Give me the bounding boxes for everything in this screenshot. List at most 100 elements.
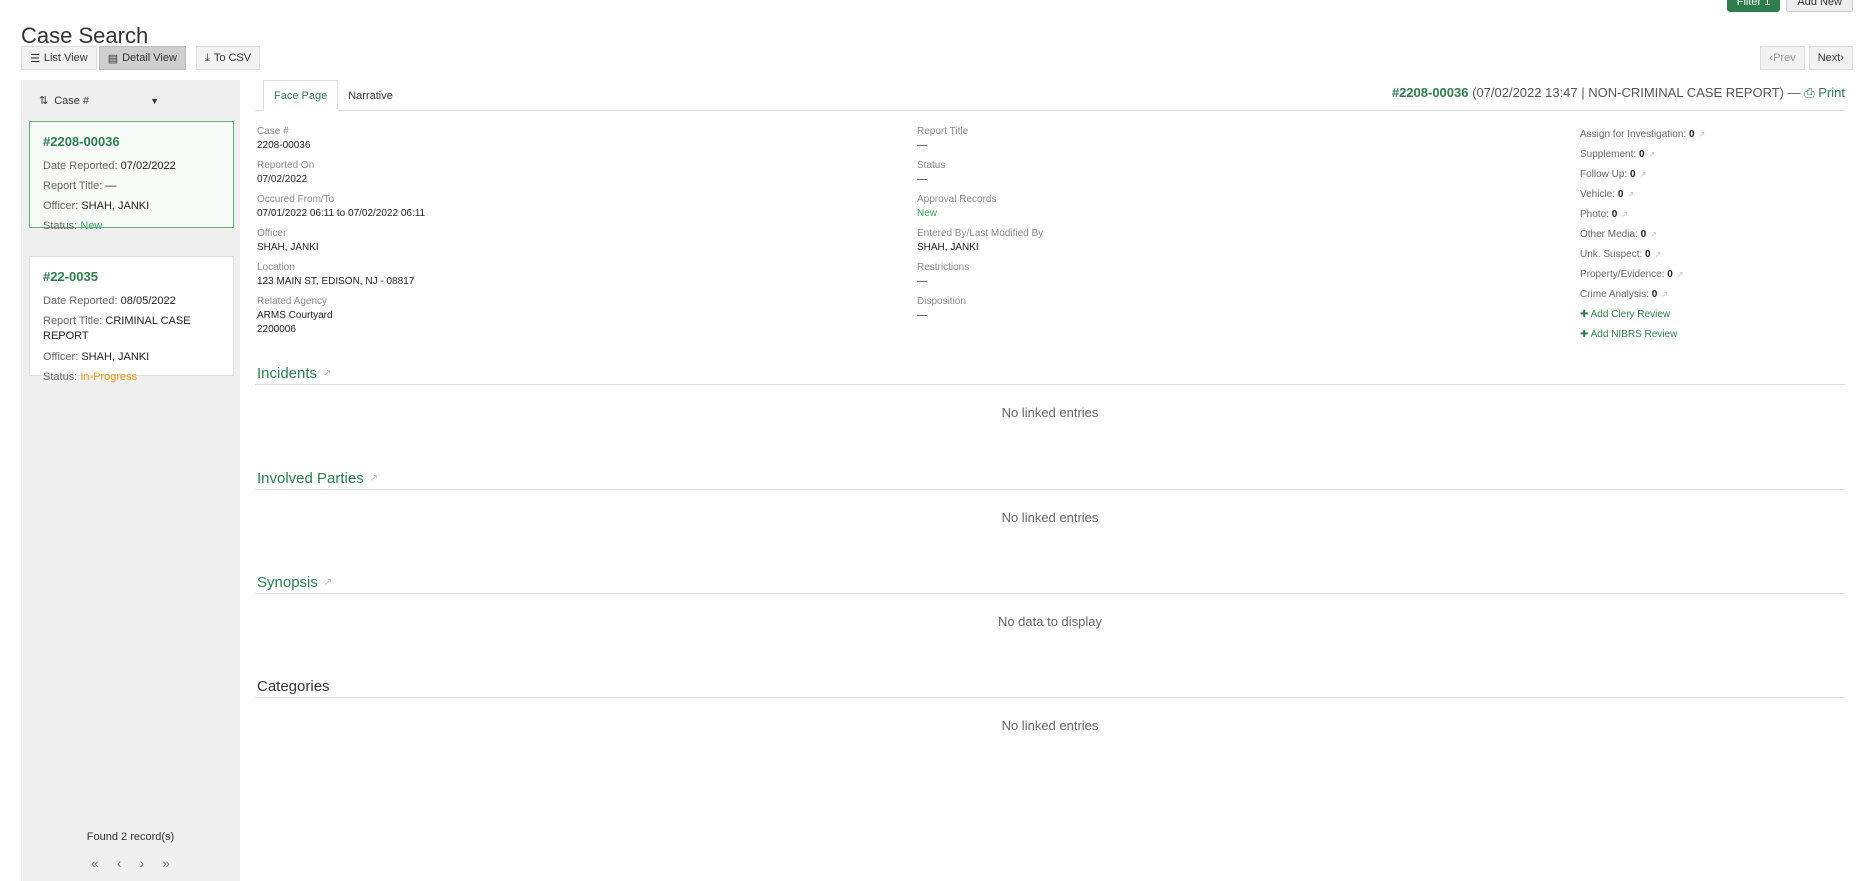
count-crime-analysis: Crime Analysis: 0 ↗ [1580, 285, 1705, 305]
status-badge: New [80, 220, 103, 232]
count-value: 0 [1617, 189, 1624, 200]
empty-message: No linked entries [1001, 510, 1099, 525]
case-card[interactable]: #22-0035 Date Reported: 08/05/2022 Repor… [29, 256, 234, 383]
first-page-icon[interactable]: « [91, 855, 99, 871]
external-link-icon[interactable]: ↗ [1640, 170, 1647, 179]
parties-title: Involved Parties [257, 470, 364, 487]
count-value: 0 [1688, 129, 1695, 140]
field-location: Location 123 MAIN ST, EDISON, NJ - 08817 [257, 261, 425, 289]
field-restrictions: Restrictions — [917, 261, 1043, 289]
plus-icon: ✚ [1580, 309, 1589, 320]
count-unk-suspect: Unk. Suspect: 0 ↗ [1580, 245, 1705, 265]
plus-icon: ✚ [1580, 329, 1589, 340]
field-label: Reported On [257, 160, 315, 171]
count-value: 0 [1640, 229, 1647, 240]
detail-view-button[interactable]: ▤ Detail View [98, 46, 186, 70]
officer-value: SHAH, JANKI [81, 351, 150, 363]
external-link-icon[interactable]: ↗ [1649, 150, 1656, 159]
case-id: #2208-00036 [43, 134, 120, 149]
add-nibrs-review-link[interactable]: ✚ Add NIBRS Review [1580, 325, 1705, 345]
external-link-icon[interactable]: ↗ [324, 577, 332, 588]
count-value: 0 [1651, 289, 1658, 300]
section-title: Incidents ↗ [255, 365, 1845, 385]
field-officer: Officer SHAH, JANKI [257, 227, 425, 255]
field-value: — [917, 276, 927, 287]
prev-button[interactable]: ‹ Prev [1760, 46, 1805, 70]
synopsis-section: Synopsis ↗ No data to display [255, 574, 1845, 629]
field-occurred: Occured From/To 07/01/2022 06:11 to 07/0… [257, 193, 425, 221]
count-label: Photo: [1580, 209, 1609, 220]
tab-narrative[interactable]: Narrative [338, 80, 403, 111]
title-value: — [105, 180, 117, 192]
to-csv-label: To CSV [213, 52, 252, 64]
count-other-media: Other Media: 0 ↗ [1580, 225, 1705, 245]
external-link-icon[interactable]: ↗ [1627, 190, 1634, 199]
last-page-icon[interactable]: » [162, 855, 170, 871]
field-label: Approval Records [917, 194, 997, 205]
next-label: Next [1817, 52, 1841, 64]
external-link-icon[interactable]: ↗ [1650, 230, 1657, 239]
list-view-label: List View [43, 52, 88, 64]
prev-page-icon[interactable]: ‹ [117, 855, 122, 871]
field-entered-by: Entered By/Last Modified By SHAH, JANKI [917, 227, 1043, 255]
field-label: Restrictions [917, 262, 970, 273]
field-label: Related Agency [257, 296, 328, 307]
count-value: 0 [1645, 249, 1651, 260]
section-title: Synopsis ↗ [255, 574, 1845, 594]
field-label: Status [917, 160, 946, 171]
add-new-label: Add New [1797, 0, 1842, 8]
external-link-icon[interactable]: ↗ [1621, 210, 1628, 219]
external-link-icon[interactable]: ↗ [1677, 270, 1684, 279]
count-label: Unk. Suspect: [1580, 249, 1643, 260]
field-report-title: Report Title — [917, 125, 1043, 153]
external-link-icon[interactable]: ↗ [323, 368, 331, 379]
status-label: Status: [43, 220, 78, 232]
filter-label: Filter [1736, 0, 1762, 8]
next-button[interactable]: Next › [1808, 46, 1853, 70]
field-value: SHAH, JANKI [917, 242, 979, 253]
case-fields-left: Case # 2208-00036 Reported On 07/02/2022… [257, 125, 425, 343]
case-meta: (07/02/2022 13:47 | NON-CRIMINAL CASE RE… [1472, 85, 1801, 100]
add-nibrs-label: Add NIBRS Review [1590, 329, 1678, 340]
case-id: #22-0035 [43, 269, 98, 284]
related-counts: Assign for Investigation: 0 ↗ Supplement:… [1580, 125, 1705, 345]
add-new-button[interactable]: Add New [1786, 0, 1853, 12]
caret-down-icon: ▼ [150, 95, 159, 106]
sidebar-pager: « ‹ › » [21, 855, 240, 871]
field-label: Entered By/Last Modified By [917, 228, 1044, 239]
count-value: 0 [1667, 269, 1673, 280]
to-csv-button[interactable]: ⤓ To CSV [195, 46, 261, 70]
printer-icon: ⎙ [1804, 85, 1815, 100]
filter-button[interactable]: Filter 1 [1726, 0, 1781, 12]
case-card[interactable]: #2208-00036 Date Reported: 07/02/2022 Re… [29, 121, 234, 232]
top-actions: Filter 1 Add New [1726, 0, 1853, 12]
field-label: Disposition [917, 296, 966, 307]
record-pager: ‹ Prev Next › [1760, 46, 1853, 70]
list-view-button[interactable]: ☰ List View [21, 46, 97, 70]
empty-message: No linked entries [1001, 405, 1099, 420]
tab-face-page[interactable]: Face Page [263, 80, 339, 111]
next-page-icon[interactable]: › [140, 855, 145, 871]
external-link-icon[interactable]: ↗ [1661, 290, 1668, 299]
count-label: Other Media: [1580, 229, 1638, 240]
involved-parties-section: Involved Parties ↗ No linked entries [255, 470, 1845, 525]
field-label: Officer [257, 228, 287, 239]
field-related-agency: Related Agency ARMS Courtyard 2200006 [257, 295, 425, 337]
add-clery-review-link[interactable]: ✚ Add Clery Review [1580, 305, 1705, 325]
status-label: Status: [43, 371, 78, 383]
page-title: Case Search [21, 22, 149, 48]
print-label: Print [1818, 85, 1845, 100]
print-link[interactable]: ⎙ Print [1804, 85, 1845, 100]
field-status: Status — [917, 159, 1043, 187]
count-label: Crime Analysis: [1580, 289, 1649, 300]
title-label: Report Title: [43, 315, 103, 327]
count-label: Supplement: [1580, 149, 1637, 160]
external-link-icon[interactable]: ↗ [1699, 130, 1706, 139]
categories-section: Categories No linked entries [255, 678, 1845, 733]
detail-view-label: Detail View [122, 52, 177, 64]
external-link-icon[interactable]: ↗ [1655, 250, 1662, 259]
field-case-number: Case # 2208-00036 [257, 125, 425, 153]
sort-dropdown[interactable]: ⇅ Case # ▼ [39, 94, 159, 108]
chevron-right-icon: › [1840, 52, 1844, 64]
external-link-icon[interactable]: ↗ [370, 473, 378, 484]
